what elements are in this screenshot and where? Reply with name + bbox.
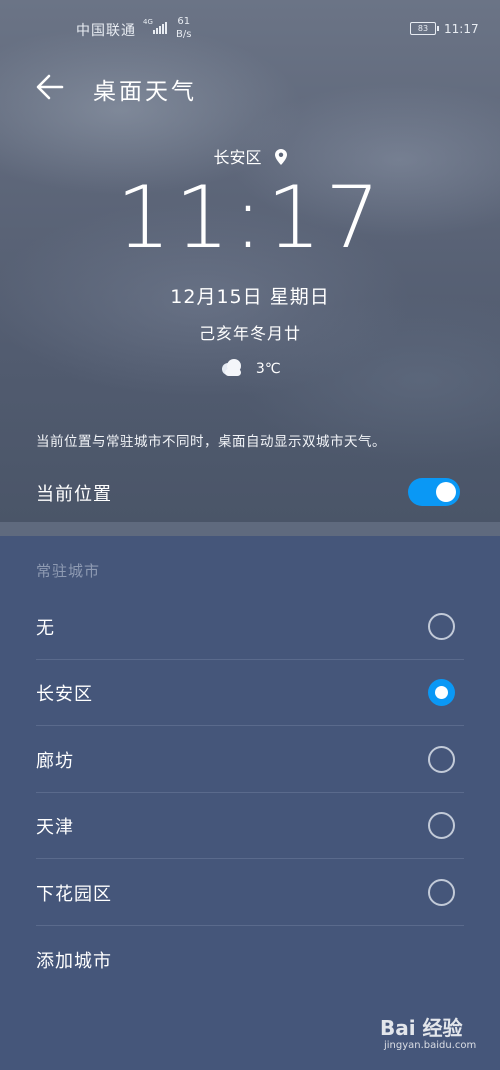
network-speed: 61 B/s (176, 15, 191, 41)
row-divider (36, 858, 464, 859)
baidu-watermark-url: jingyan.baidu.com (384, 1040, 477, 1051)
preview-weather: 3℃ (0, 358, 500, 380)
current-location-label: 当前位置 (36, 484, 112, 505)
network-type: 4G (143, 18, 153, 26)
city-option-label: 无 (36, 618, 55, 639)
city-option-label: 下花园区 (36, 884, 112, 905)
city-option-label: 廊坊 (36, 751, 74, 772)
radio-button[interactable] (428, 613, 455, 640)
city-option-tianjin[interactable]: 天津 (0, 793, 500, 859)
preview-lunar-date: 己亥年冬月廿 (198, 324, 301, 343)
city-option-changan[interactable]: 长安区 (0, 660, 500, 726)
row-divider (36, 725, 464, 726)
add-city-label: 添加城市 (36, 951, 112, 972)
cloud-icon (219, 358, 245, 380)
radio-button-selected[interactable] (428, 679, 455, 706)
battery-icon: 83 (410, 22, 439, 35)
dual-city-notice: 当前位置与常驻城市不同时，桌面自动显示双城市天气。 (36, 434, 386, 450)
row-divider (36, 925, 464, 926)
city-option-langfang[interactable]: 廊坊 (0, 727, 500, 793)
weather-location: 长安区 (0, 144, 500, 169)
city-option-label: 长安区 (36, 684, 93, 705)
status-bar: 中国联通 4G 61 B/s 83 11:17 (0, 0, 500, 60)
temperature: 3℃ (255, 361, 281, 377)
section-heading: 常驻城市 (36, 562, 101, 580)
signal-icon (153, 20, 169, 34)
current-location-toggle[interactable] (408, 478, 460, 506)
radio-button[interactable] (428, 746, 455, 773)
radio-button[interactable] (428, 812, 455, 839)
baidu-watermark-logo: Bai 经验 (380, 1016, 463, 1040)
page-title: 桌面天气 (93, 79, 197, 105)
carrier-name: 中国联通 (76, 23, 136, 39)
city-option-xiahuayuan[interactable]: 下花园区 (0, 860, 500, 926)
city-option-label: 天津 (36, 817, 74, 838)
toggle-knob (436, 482, 456, 502)
add-city-button[interactable]: 添加城市 (0, 927, 500, 993)
preview-clock: 11:17 (116, 168, 384, 268)
section-divider (0, 522, 500, 536)
network-speed-unit: B/s (176, 29, 192, 40)
preview-date: 12月15日 星期日 (170, 286, 330, 308)
radio-button[interactable] (428, 879, 455, 906)
city-option-none[interactable]: 无 (0, 594, 500, 660)
location-pin-icon (274, 148, 287, 169)
back-arrow-icon[interactable] (34, 70, 68, 104)
status-time: 11:17 (444, 22, 479, 36)
location-name: 长安区 (213, 148, 262, 167)
network-speed-value: 61 (177, 16, 191, 27)
